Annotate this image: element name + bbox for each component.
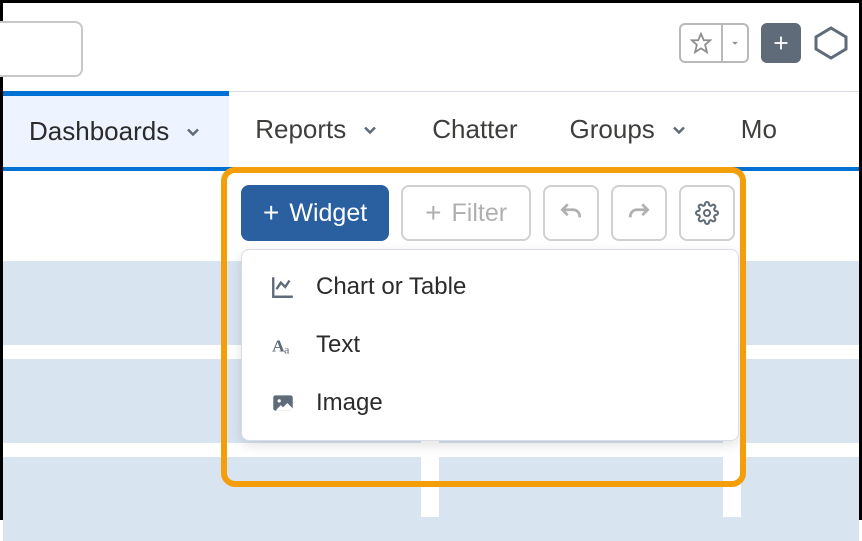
add-widget-button[interactable]: + Widget [241,185,389,241]
dashboard-canvas: + Widget + Filter Chart or Table Aa [3,171,859,517]
tab-chatter[interactable]: Chatter [406,92,543,167]
chart-icon [268,272,298,302]
global-add-button[interactable] [761,23,801,63]
undo-button[interactable] [543,185,599,241]
button-label: Widget [289,199,367,228]
plus-icon: + [263,199,279,227]
button-label: Filter [452,199,508,228]
text-icon: Aa [268,330,298,360]
plus-icon: + [425,199,441,227]
tab-reports[interactable]: Reports [229,92,406,167]
menu-item-label: Chart or Table [316,273,466,301]
menu-item-text[interactable]: Aa Text [242,316,738,374]
star-icon [681,25,721,61]
tab-label: Dashboards [29,116,169,147]
favorite-button[interactable] [679,23,749,63]
image-icon [268,388,298,418]
menu-item-image[interactable]: Image [242,374,738,432]
chevron-down-icon[interactable] [721,25,747,61]
dashboard-toolbar: + Widget + Filter [241,185,735,241]
settings-button[interactable] [679,185,735,241]
menu-item-label: Image [316,389,383,417]
gear-icon [695,201,719,225]
menu-item-label: Text [316,331,360,359]
tab-more[interactable]: Mo [715,92,803,167]
redo-button[interactable] [611,185,667,241]
tab-label: Reports [255,114,346,145]
add-filter-button[interactable]: + Filter [401,185,531,241]
tab-dashboards[interactable]: Dashboards [3,91,229,167]
app-launcher-icon[interactable] [813,23,849,63]
browser-topbar [3,3,859,91]
widget-menu: Chart or Table Aa Text Image [241,249,739,441]
top-icon-group [679,23,849,63]
chevron-down-icon[interactable] [669,120,689,140]
url-input[interactable] [0,21,83,77]
chevron-down-icon[interactable] [183,122,203,142]
svg-text:a: a [284,343,290,357]
tab-label: Chatter [432,114,517,145]
chevron-down-icon[interactable] [360,120,380,140]
nav-tabs: Dashboards Reports Chatter Groups Mo [3,91,859,171]
undo-icon [558,200,584,226]
redo-icon [626,200,652,226]
tab-label: Groups [570,114,655,145]
tab-groups[interactable]: Groups [544,92,715,167]
menu-item-chart-or-table[interactable]: Chart or Table [242,258,738,316]
tab-label: Mo [741,114,777,145]
